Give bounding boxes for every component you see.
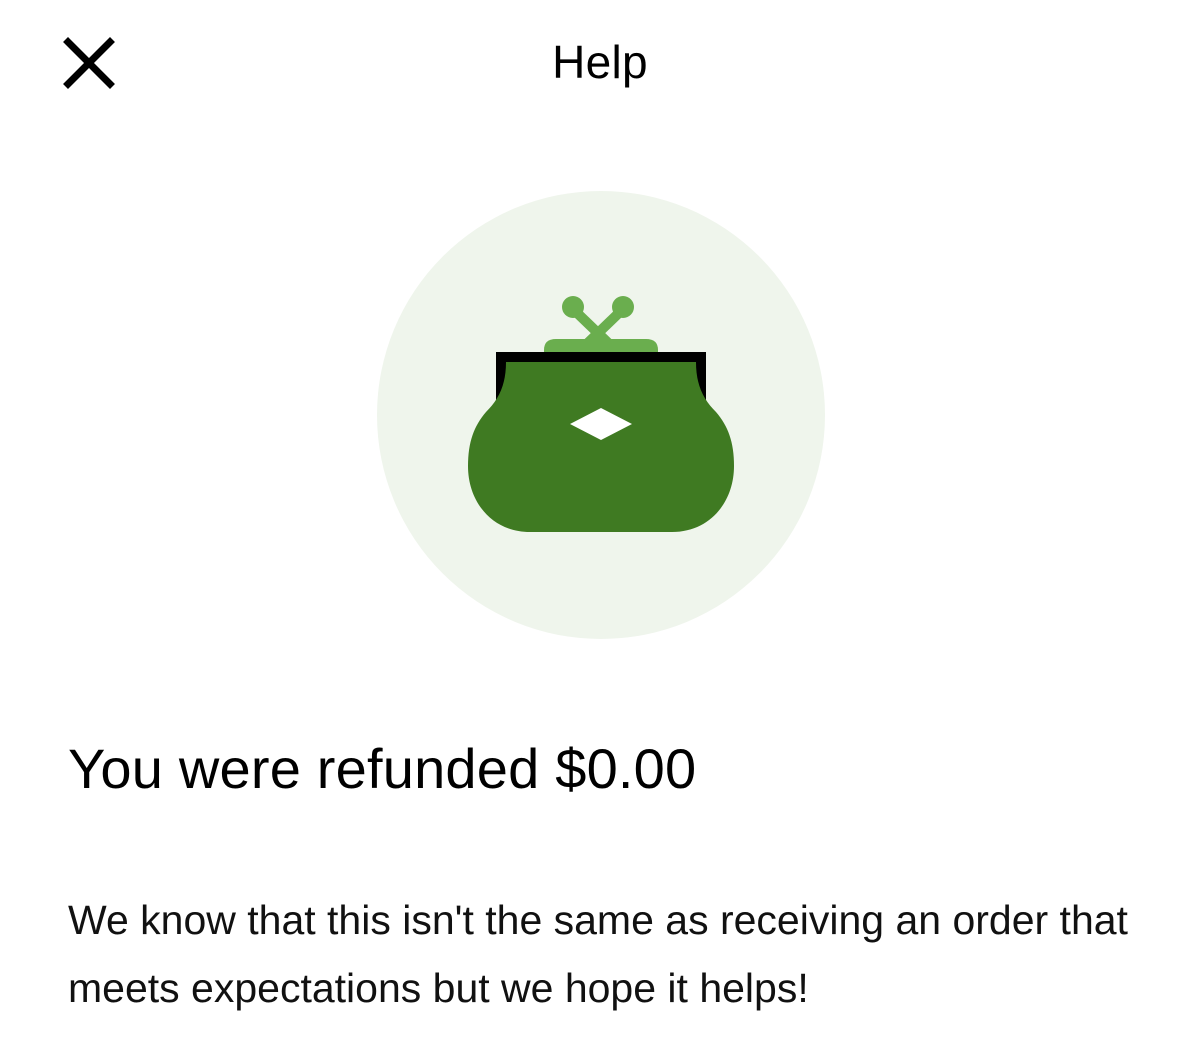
top-bar: Help bbox=[0, 0, 1200, 125]
coin-purse-icon bbox=[377, 191, 825, 639]
refund-illustration bbox=[376, 190, 826, 640]
page-title: Help bbox=[552, 36, 648, 88]
refund-message: We know that this isn't the same as rece… bbox=[68, 897, 1128, 1011]
purse-body bbox=[468, 362, 734, 532]
refund-heading: You were refunded $0.00 bbox=[68, 737, 697, 800]
